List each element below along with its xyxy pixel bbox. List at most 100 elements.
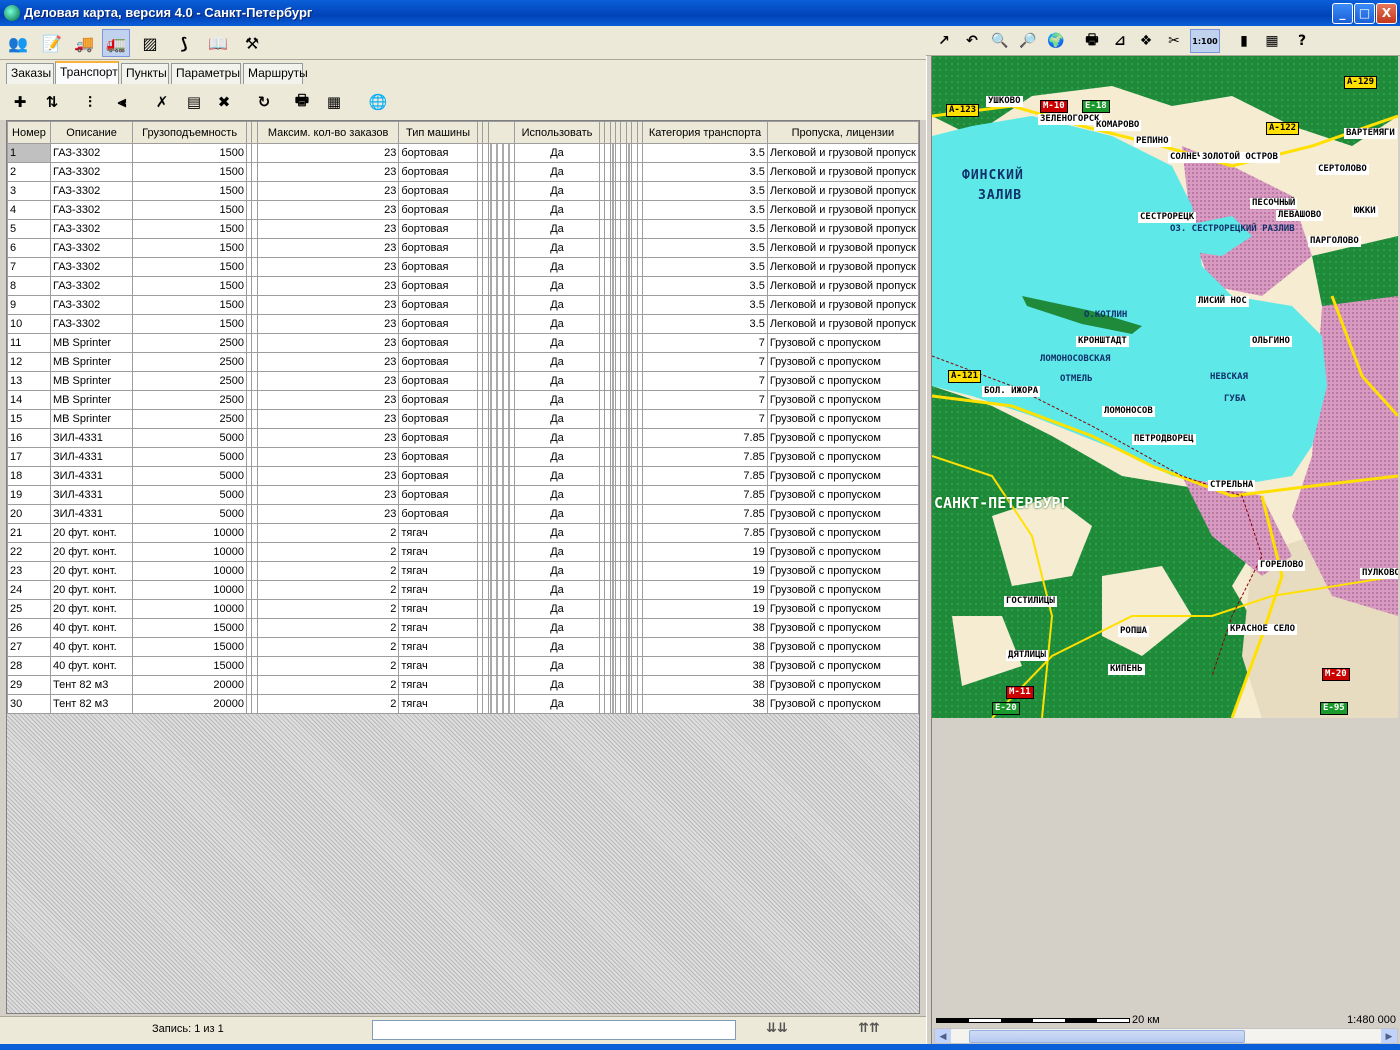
cell-description[interactable]: MB Sprinter bbox=[49, 409, 134, 429]
table-row[interactable]: 1 ГАЗ-3302 1500 23 бортовая Да 3.5 Легковой и г… bbox=[7, 143, 919, 163]
cell-category[interactable]: 7 bbox=[642, 390, 768, 410]
cell-flags[interactable] bbox=[487, 447, 516, 467]
cell-type[interactable]: бортовая bbox=[398, 219, 478, 239]
cell-capacity[interactable]: 10000 bbox=[132, 580, 247, 600]
cell-category[interactable]: 7.85 bbox=[642, 504, 768, 524]
cell-max-orders[interactable]: 23 bbox=[256, 219, 400, 239]
cell-flags[interactable] bbox=[487, 618, 516, 638]
cell-flags[interactable] bbox=[487, 352, 516, 372]
help-icon[interactable]: ? bbox=[1290, 29, 1314, 53]
cell-max-orders[interactable]: 23 bbox=[256, 466, 400, 486]
cell-passes[interactable]: Грузовой с пропуском bbox=[766, 390, 919, 410]
cell-description[interactable]: 20 фут. конт. bbox=[49, 599, 134, 619]
cell-type[interactable]: бортовая bbox=[398, 390, 478, 410]
scroll-thumb[interactable] bbox=[969, 1030, 1245, 1043]
table-row[interactable]: 6 ГАЗ-3302 1500 23 бортовая Да 3.5 Легковой и г… bbox=[7, 238, 919, 258]
cell-passes[interactable]: Грузовой с пропуском bbox=[766, 637, 919, 657]
undo-icon[interactable]: ↶ bbox=[960, 29, 984, 53]
cell-flags[interactable] bbox=[487, 219, 516, 239]
cell-category[interactable]: 7.85 bbox=[642, 485, 768, 505]
cell-description[interactable]: MB Sprinter bbox=[49, 371, 134, 391]
cell-use[interactable]: Да bbox=[514, 181, 600, 201]
cell-use[interactable]: Да bbox=[514, 466, 600, 486]
table-row[interactable]: 3 ГАЗ-3302 1500 23 бортовая Да 3.5 Легковой и г… bbox=[7, 181, 919, 201]
cell-use[interactable]: Да bbox=[514, 276, 600, 296]
cell-passes[interactable]: Грузовой с пропуском bbox=[766, 466, 919, 486]
tab-2[interactable]: Транспорт bbox=[55, 61, 119, 84]
cell-flags[interactable] bbox=[487, 390, 516, 410]
map-canvas[interactable]: УШКОВО М-10 Е-18 ЗЕЛЕНОГОРСК КОМАРОВО А-122 А-… bbox=[932, 56, 1398, 718]
layers-icon[interactable]: ▨ bbox=[136, 29, 164, 57]
cell-number[interactable]: 7 bbox=[7, 257, 51, 277]
tab-3[interactable]: Пункты bbox=[121, 63, 169, 84]
cell-max-orders[interactable]: 2 bbox=[256, 523, 400, 543]
cell-flags[interactable] bbox=[487, 561, 516, 581]
pointer-arrow-icon[interactable]: ↗ bbox=[932, 29, 956, 53]
cell-category[interactable]: 19 bbox=[642, 599, 768, 619]
cell-capacity[interactable]: 10000 bbox=[132, 523, 247, 543]
cell-description[interactable]: 20 фут. конт. bbox=[49, 542, 134, 562]
cell-category[interactable]: 7 bbox=[642, 352, 768, 372]
cell-capacity[interactable]: 5000 bbox=[132, 466, 247, 486]
cell-type[interactable]: бортовая bbox=[398, 238, 478, 258]
cell-type[interactable]: тягач bbox=[398, 599, 478, 619]
cell-category[interactable]: 7.85 bbox=[642, 428, 768, 448]
table-row[interactable]: 8 ГАЗ-3302 1500 23 бортовая Да 3.5 Легковой и г… bbox=[7, 276, 919, 296]
cell-passes[interactable]: Легковой и грузовой пропуск bbox=[766, 162, 919, 182]
cell-flags[interactable] bbox=[487, 485, 516, 505]
cell-flags[interactable] bbox=[487, 637, 516, 657]
col-header-max-orders[interactable]: Максим. кол-во заказов bbox=[256, 121, 400, 144]
cell-description[interactable]: ГАЗ-3302 bbox=[49, 181, 134, 201]
cell-flags[interactable] bbox=[487, 276, 516, 296]
table-row[interactable]: 4 ГАЗ-3302 1500 23 бортовая Да 3.5 Легковой и г… bbox=[7, 200, 919, 220]
cell-capacity[interactable]: 2500 bbox=[132, 390, 247, 410]
cell-number[interactable]: 26 bbox=[7, 618, 51, 638]
cell-category[interactable]: 3.5 bbox=[642, 276, 768, 296]
table-row[interactable]: 18 ЗИЛ-4331 5000 23 бортовая Да 7.85 Грузовой с… bbox=[7, 466, 919, 486]
print-icon[interactable]: 🖶 bbox=[290, 90, 314, 114]
cell-type[interactable]: бортовая bbox=[398, 314, 478, 334]
cell-max-orders[interactable]: 23 bbox=[256, 238, 400, 258]
cell-use[interactable]: Да bbox=[514, 447, 600, 467]
select-all-icon[interactable]: ▤ bbox=[182, 90, 206, 114]
people-icon[interactable]: 👥 bbox=[4, 29, 32, 57]
cell-description[interactable]: ГАЗ-3302 bbox=[49, 314, 134, 334]
cell-use[interactable]: Да bbox=[514, 618, 600, 638]
delete-icon[interactable]: ✖ bbox=[212, 90, 236, 114]
cell-description[interactable]: 40 фут. конт. bbox=[49, 637, 134, 657]
cell-description[interactable]: Тент 82 м3 bbox=[49, 675, 134, 695]
cell-type[interactable]: бортовая bbox=[398, 352, 478, 372]
cell-passes[interactable]: Грузовой с пропуском bbox=[766, 504, 919, 524]
cell-category[interactable]: 7 bbox=[642, 333, 768, 353]
scroll-right-arrow-icon[interactable]: ▶ bbox=[1381, 1029, 1397, 1043]
cell-passes[interactable]: Легковой и грузовой пропуск bbox=[766, 200, 919, 220]
cell-passes[interactable]: Грузовой с пропуском bbox=[766, 371, 919, 391]
table-row[interactable]: 22 20 фут. конт. 10000 2 тягач Да 19 Грузовой с… bbox=[7, 542, 919, 562]
cell-type[interactable]: бортовая bbox=[398, 295, 478, 315]
navigate-down-icon[interactable]: ⇊⇊ bbox=[766, 1021, 788, 1036]
cell-type[interactable]: тягач bbox=[398, 656, 478, 676]
cell-number[interactable]: 2 bbox=[7, 162, 51, 182]
cell-capacity[interactable]: 1500 bbox=[132, 143, 247, 163]
cell-capacity[interactable]: 1500 bbox=[132, 257, 247, 277]
cell-capacity[interactable]: 1500 bbox=[132, 162, 247, 182]
cell-number[interactable]: 12 bbox=[7, 352, 51, 372]
scale-icon[interactable]: 1:100 bbox=[1190, 29, 1220, 53]
cell-capacity[interactable]: 1500 bbox=[132, 276, 247, 296]
cell-max-orders[interactable]: 2 bbox=[256, 694, 400, 714]
cell-max-orders[interactable]: 2 bbox=[256, 599, 400, 619]
cell-type[interactable]: бортовая bbox=[398, 143, 478, 163]
table-row[interactable]: 29 Тент 82 м3 20000 2 тягач Да 38 Грузовой с пр… bbox=[7, 675, 919, 695]
cell-passes[interactable]: Грузовой с пропуском bbox=[766, 485, 919, 505]
table-row[interactable]: 25 20 фут. конт. 10000 2 тягач Да 19 Грузовой с… bbox=[7, 599, 919, 619]
cell-category[interactable]: 3.5 bbox=[642, 238, 768, 258]
cell-description[interactable]: ЗИЛ-4331 bbox=[49, 504, 134, 524]
cell-number[interactable]: 5 bbox=[7, 219, 51, 239]
cell-description[interactable]: ГАЗ-3302 bbox=[49, 143, 134, 163]
cell-number[interactable]: 30 bbox=[7, 694, 51, 714]
cell-description[interactable]: Тент 82 м3 bbox=[49, 694, 134, 714]
cell-max-orders[interactable]: 2 bbox=[256, 618, 400, 638]
navigate-up-icon[interactable]: ⇈⇈ bbox=[858, 1021, 880, 1036]
search-input[interactable] bbox=[372, 1020, 736, 1040]
document-icon[interactable]: 📝 bbox=[38, 29, 66, 57]
